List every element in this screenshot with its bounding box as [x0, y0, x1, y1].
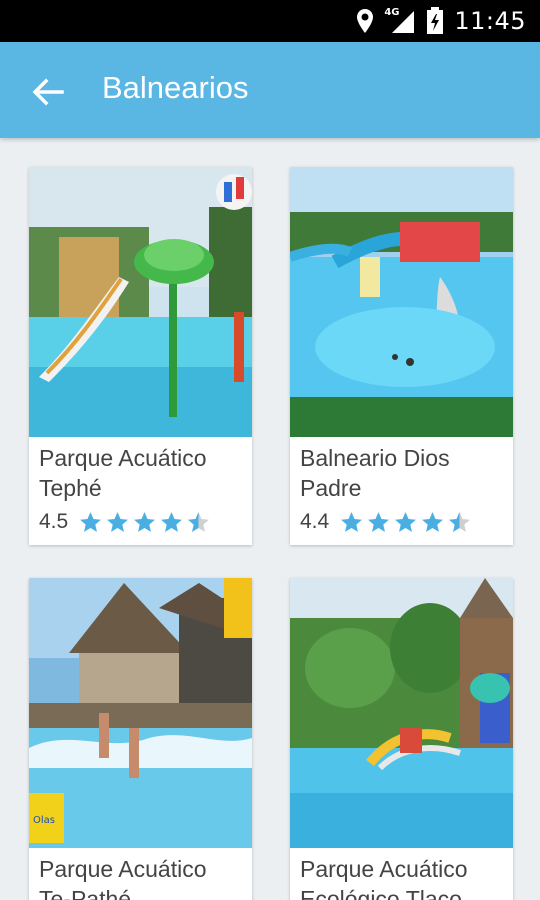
rating-stars [78, 510, 211, 535]
page-title: Balnearios [102, 70, 249, 105]
rating-value: 4.5 [39, 510, 69, 533]
star-icon [341, 511, 363, 532]
card-balneario-dios-padre[interactable]: Balneario Dios Padre 4.4 [290, 167, 513, 545]
back-button[interactable] [26, 70, 70, 114]
star-icon [80, 511, 102, 532]
status-bar: 4G 11:45 [0, 0, 540, 42]
star-icon [395, 511, 417, 532]
arrow-left-icon [32, 78, 64, 106]
rating-value: 4.4 [300, 510, 330, 533]
card-title: Parque Acuático Te-Pathé [39, 856, 207, 900]
card-title: Parque Acuático Ecológico Tlaco [300, 856, 468, 900]
card-title: Parque Acuático Tephé [39, 445, 207, 501]
star-icon [161, 511, 183, 532]
water-park-photo [29, 167, 252, 437]
card-parque-acuatico-te-pathe[interactable]: Olas Parque Acuático Te-Pathé [29, 578, 252, 900]
star-icon [134, 511, 156, 532]
rating-row: 4.5 [29, 503, 252, 537]
star-icon [368, 511, 390, 532]
location-icon [357, 9, 374, 33]
balnearios-grid: Parque Acuático Tephé 4.5 Balneario Dios… [0, 138, 540, 900]
svg-text:Olas: Olas [33, 815, 55, 826]
signal-icon: 4G [384, 7, 416, 35]
water-park-photo [290, 167, 513, 437]
rating-row: 4.4 [290, 503, 513, 537]
water-park-photo: Olas [29, 578, 252, 848]
app-bar: Balnearios [0, 42, 540, 138]
star-half-icon [449, 511, 471, 532]
card-parque-acuatico-ecologico-tlaco[interactable]: Parque Acuático Ecológico Tlaco [290, 578, 513, 900]
star-icon [107, 511, 129, 532]
star-icon [422, 511, 444, 532]
status-time: 11:45 [454, 7, 526, 35]
card-title: Balneario Dios Padre [300, 445, 450, 501]
rating-stars [339, 510, 472, 535]
battery-icon [427, 7, 444, 34]
star-half-icon [188, 511, 210, 532]
water-park-photo [290, 578, 513, 848]
card-parque-acuatico-tephe[interactable]: Parque Acuático Tephé 4.5 [29, 167, 252, 545]
